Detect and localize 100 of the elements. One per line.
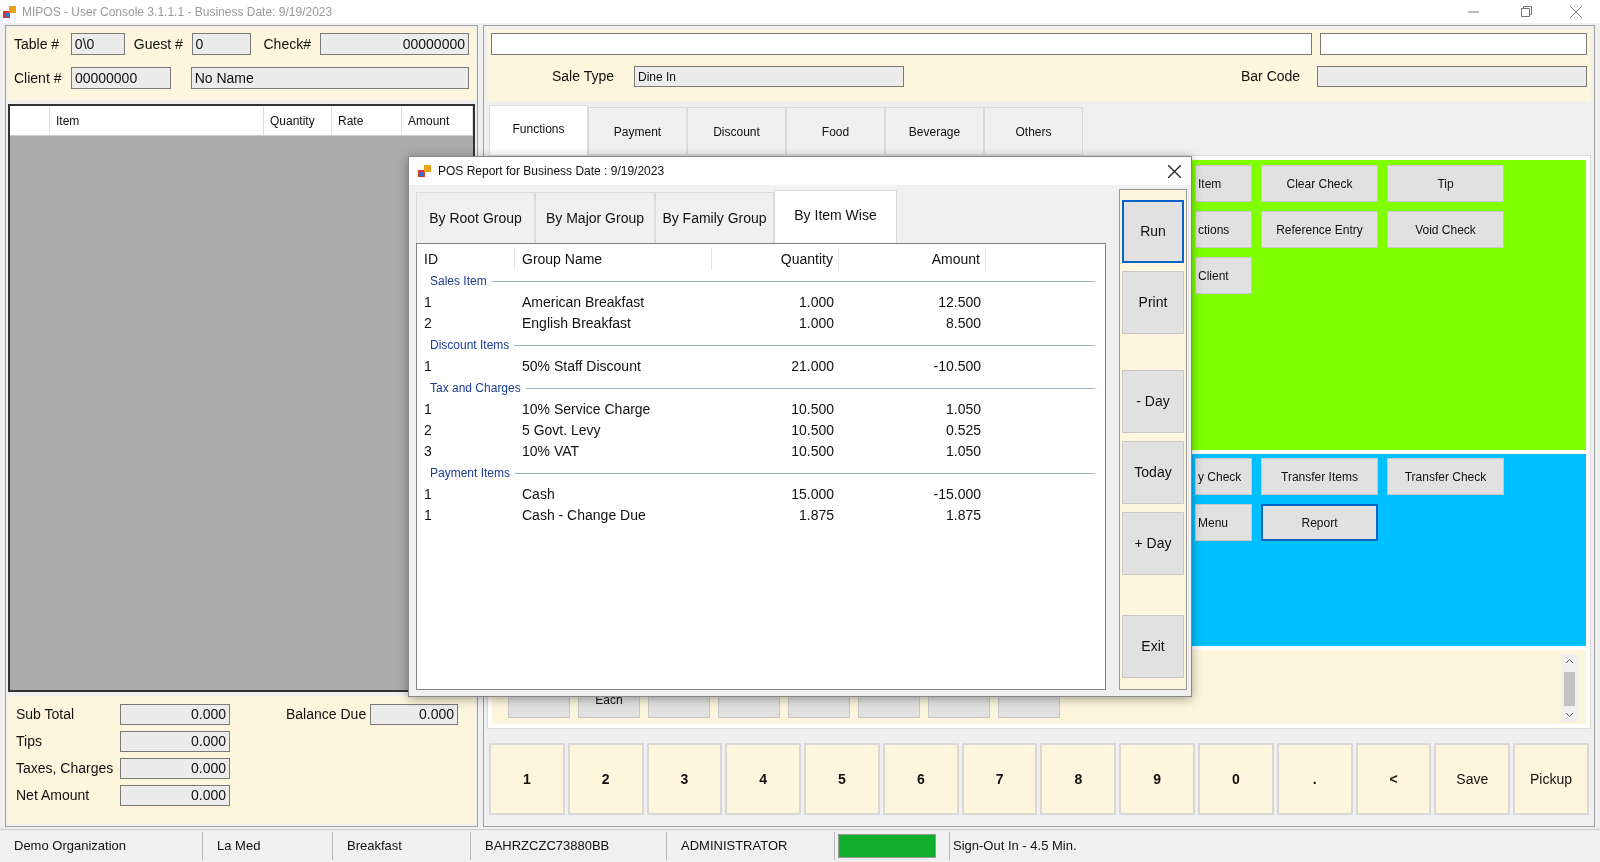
dialog-button[interactable]: - Day	[1122, 370, 1184, 433]
keypad-button[interactable]: 7	[961, 743, 1038, 816]
tab[interactable]: Beverage	[885, 107, 984, 156]
status-text: Breakfast	[347, 837, 402, 856]
table-cell-text: 12.500	[937, 293, 982, 312]
field-label: Client #	[14, 68, 63, 88]
keypad-button[interactable]: .	[1276, 743, 1353, 816]
function-button[interactable]: y Check	[1195, 458, 1252, 496]
total-label: Net Amount	[16, 786, 91, 806]
keypad-button[interactable]: 8	[1040, 743, 1117, 816]
total-field[interactable]: 0.000	[120, 704, 230, 726]
keypad-button[interactable]: 0	[1198, 743, 1274, 816]
function-button[interactable]: ctions	[1195, 211, 1252, 249]
keypad-button[interactable]: Pickup	[1513, 743, 1589, 816]
group-header: Sales Item	[430, 273, 488, 290]
function-button[interactable]: Clear Check	[1261, 165, 1378, 203]
sale-type-field[interactable]: Dine In	[634, 66, 904, 88]
table-cell-text: 5 Govt. Levy	[521, 421, 602, 440]
total-field[interactable]: 0.000	[120, 731, 230, 753]
table-cell-text: 1.875	[944, 506, 982, 525]
keypad-button[interactable]: 5	[804, 743, 880, 816]
tab[interactable]: Functions	[489, 105, 588, 156]
scrollbar[interactable]	[1561, 654, 1578, 723]
tab[interactable]: By Major Group	[535, 192, 655, 244]
column-header: Quantity	[264, 106, 332, 136]
status-text: Sign-Out In - 4.5 Min.	[953, 837, 1077, 856]
column-header: Quantity	[712, 248, 839, 270]
table-cell-text: 1	[423, 357, 433, 376]
client-field[interactable]: 00000000	[70, 67, 171, 90]
entry-field[interactable]	[491, 33, 1312, 56]
close-icon[interactable]	[1168, 164, 1181, 178]
keypad-button[interactable]: 2	[567, 743, 644, 816]
keypad-button[interactable]: 6	[882, 743, 959, 816]
tab[interactable]: Others	[984, 107, 1083, 156]
table-cell-text: 10.500	[790, 421, 835, 440]
group-header: Discount Items	[430, 337, 511, 354]
dialog-button[interactable]: Today	[1122, 441, 1184, 504]
app-icon	[418, 164, 432, 178]
table-cell-text: 15.000	[790, 485, 835, 504]
tab[interactable]: Food	[786, 107, 885, 156]
keypad-button[interactable]: 9	[1119, 743, 1196, 816]
function-button[interactable]: Tip	[1387, 165, 1504, 203]
total-label: Tips	[16, 732, 43, 752]
dialog-button[interactable]: Print	[1122, 271, 1184, 334]
table-cell-text: 0.525	[944, 421, 982, 440]
check-field[interactable]: 00000000	[320, 33, 469, 56]
client-name-field[interactable]: No Name	[190, 67, 469, 90]
total-label: Balance Due	[286, 705, 368, 725]
group-header: Tax and Charges	[430, 380, 522, 397]
table-field[interactable]: 0\0	[70, 33, 125, 56]
balance-due-field[interactable]: 0.000	[370, 704, 458, 726]
function-button[interactable]: Report	[1261, 504, 1378, 542]
field-label: Bar Code	[1241, 67, 1302, 87]
field-label: Guest #	[132, 34, 184, 54]
tab[interactable]: Discount	[687, 107, 786, 156]
table-cell-text: 10% Service Charge	[521, 400, 652, 419]
function-button[interactable]: Void Check	[1387, 211, 1504, 249]
app-icon	[3, 4, 17, 19]
tab[interactable]: By Root Group	[416, 192, 535, 244]
function-button[interactable]: Menu	[1195, 504, 1252, 542]
function-button[interactable]: Transfer Check	[1387, 458, 1504, 496]
total-field[interactable]: 0.000	[120, 785, 230, 807]
table-cell-text: 1.050	[944, 442, 982, 461]
entry-field[interactable]	[1320, 33, 1587, 56]
function-button[interactable]: Transfer Items	[1261, 458, 1378, 496]
restore-icon[interactable]	[1521, 6, 1532, 18]
field-label: Table #	[14, 34, 61, 54]
table-cell-text: American Breakfast	[521, 293, 646, 312]
status-text: BAHRZCZC73880BB	[485, 837, 610, 856]
table-cell-text: 1	[423, 400, 433, 419]
bar-code-field[interactable]	[1317, 66, 1587, 88]
dialog-button[interactable]: + Day	[1122, 512, 1184, 575]
function-button[interactable]: Item	[1195, 165, 1252, 203]
table-cell-text: 10% VAT	[521, 442, 581, 461]
column-header: Item	[50, 106, 264, 136]
guest-field[interactable]: 0	[191, 33, 252, 56]
status-text: Demo Organization	[14, 837, 126, 856]
table-cell-text: Cash	[521, 485, 556, 504]
keypad-button[interactable]: 1	[489, 743, 565, 816]
dialog-button[interactable]: Exit	[1122, 615, 1184, 678]
field-label: Sale Type	[552, 67, 615, 87]
table-cell-text: 1	[423, 485, 433, 504]
tab[interactable]: By Item Wise	[774, 190, 897, 244]
table-cell-text: -15.000	[932, 485, 982, 504]
dialog-button[interactable]: Run	[1122, 200, 1184, 263]
function-button[interactable]: Client	[1195, 257, 1252, 295]
keypad-button[interactable]: Save	[1434, 743, 1511, 816]
table-cell-text: 1.000	[797, 314, 835, 333]
tab[interactable]: Payment	[588, 107, 687, 156]
keypad-button[interactable]: <	[1355, 743, 1432, 816]
group-header: Payment Items	[430, 465, 512, 482]
keypad-button[interactable]: 3	[646, 743, 723, 816]
total-field[interactable]: 0.000	[120, 758, 230, 780]
tab[interactable]: By Family Group	[655, 192, 774, 244]
keypad-button[interactable]: 4	[725, 743, 802, 816]
table-cell-text: 10.500	[790, 400, 835, 419]
table-cell-text: -10.500	[932, 357, 982, 376]
table-cell-text: 21.000	[790, 357, 835, 376]
function-button[interactable]: Reference Entry	[1261, 211, 1378, 249]
table-cell-text: 1	[423, 506, 433, 525]
